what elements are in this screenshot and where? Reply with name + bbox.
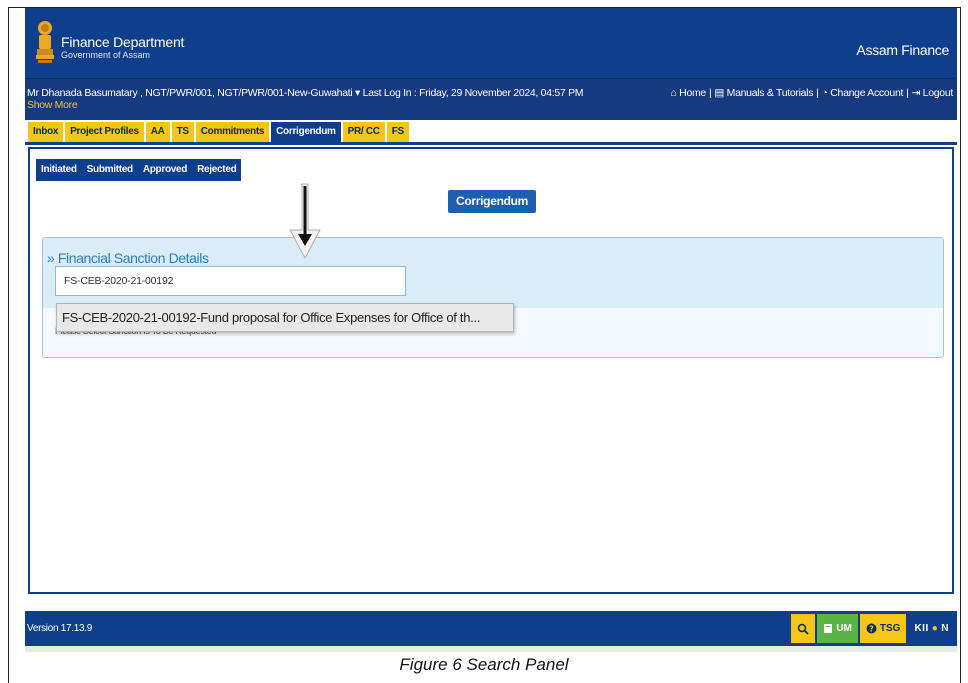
down-arrow-icon	[289, 183, 321, 260]
tab-corrigendum[interactable]: Corrigendum	[271, 122, 341, 142]
module-tabs: Inbox Project Profiles AA TS Commitments…	[25, 121, 957, 145]
help-icon: ?	[866, 623, 877, 634]
state-emblem-icon	[36, 21, 54, 63]
home-link[interactable]: ⌂ Home	[671, 87, 707, 99]
manuals-link[interactable]: ▤ Manuals & Tutorials	[714, 87, 813, 99]
autocomplete-suggestion[interactable]: FS-CEB-2020-21-00192-Fund proposal for O…	[56, 303, 514, 332]
tsg-label: TSG	[879, 623, 901, 634]
vendor-logo: KII ● N	[908, 614, 955, 643]
search-button[interactable]	[791, 614, 816, 643]
user-info-bar: Mr Dhanada Basumatary , NGT/PWR/001, NGT…	[25, 78, 957, 120]
user-details: Mr Dhanada Basumatary , NGT/PWR/001, NGT…	[27, 87, 584, 99]
header: Finance Department Government of Assam A…	[25, 8, 957, 78]
logout-link[interactable]: ⇥ Logout	[912, 87, 954, 99]
user-info: Mr Dhanada Basumatary , NGT/PWR/001, NGT…	[27, 87, 587, 111]
app-name: Assam Finance	[856, 42, 949, 58]
status-subtabs: Initiated Submitted Approved Rejected	[36, 159, 242, 181]
tab-ts[interactable]: TS	[171, 122, 194, 142]
figure-caption: Figure 6 Search Panel	[399, 655, 569, 674]
subtab-initiated[interactable]: Initiated	[36, 159, 82, 181]
show-more-link[interactable]: Show More	[27, 99, 78, 111]
svg-text:?: ?	[869, 625, 874, 634]
footer: Version 17.13.9 UM ? TSG KII ● N	[25, 611, 957, 646]
top-links: ⌂ Home | ▤ Manuals & Tutorials | ◔ Change Ac…	[670, 87, 954, 99]
department-subtitle: Government of Assam	[61, 50, 151, 60]
tab-commitments[interactable]: Commitments	[195, 122, 270, 142]
search-icon	[798, 623, 809, 635]
main-panel: Initiated Submitted Approved Rejected Co…	[28, 147, 954, 594]
um-label: UM	[836, 623, 852, 634]
financial-sanction-panel: » Financial Sanction Details Please Sele…	[42, 237, 944, 358]
um-button[interactable]: UM	[817, 614, 858, 643]
tab-fs[interactable]: FS	[386, 122, 409, 142]
app-window: Finance Department Government of Assam A…	[25, 8, 957, 652]
tab-aa[interactable]: AA	[145, 122, 170, 142]
subtab-approved[interactable]: Approved	[138, 159, 192, 181]
footer-buttons: UM ? TSG KII ● N	[791, 614, 955, 643]
version-label: Version 17.13.9	[27, 623, 92, 634]
financial-sanction-title[interactable]: » Financial Sanction Details	[47, 250, 209, 266]
department-name: Finance Department	[61, 34, 185, 50]
sanction-search-input[interactable]	[55, 266, 406, 296]
book-icon	[824, 624, 833, 633]
bottom-strip	[25, 646, 957, 652]
corrigendum-heading: Corrigendum	[448, 190, 537, 213]
subtab-submitted[interactable]: Submitted	[82, 159, 138, 181]
tab-project-profiles[interactable]: Project Profiles	[65, 122, 144, 142]
change-account-link[interactable]: ◔ Change Account	[822, 87, 904, 99]
tab-inbox[interactable]: Inbox	[28, 122, 64, 142]
tab-pr-cc[interactable]: PR/ CC	[342, 122, 385, 142]
tsg-button[interactable]: ? TSG	[859, 614, 907, 643]
subtab-rejected[interactable]: Rejected	[192, 159, 241, 181]
